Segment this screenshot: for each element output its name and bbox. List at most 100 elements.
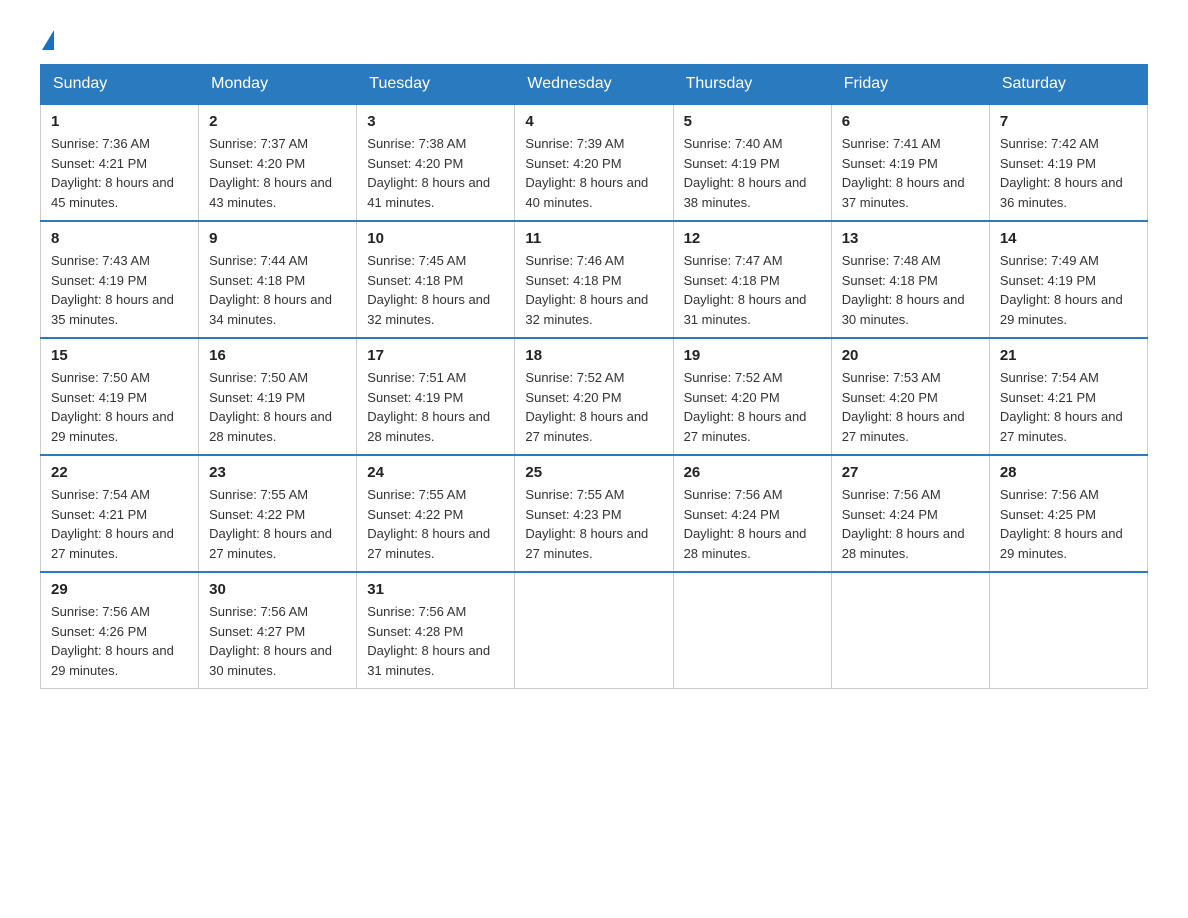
- day-number: 6: [842, 113, 979, 130]
- calendar-cell: 29 Sunrise: 7:56 AMSunset: 4:26 PMDaylig…: [41, 572, 199, 689]
- day-number: 2: [209, 113, 346, 130]
- day-number: 1: [51, 113, 188, 130]
- day-info: Sunrise: 7:36 AMSunset: 4:21 PMDaylight:…: [51, 136, 174, 210]
- calendar-cell: 28 Sunrise: 7:56 AMSunset: 4:25 PMDaylig…: [989, 455, 1147, 572]
- calendar-cell: [831, 572, 989, 689]
- day-info: Sunrise: 7:56 AMSunset: 4:26 PMDaylight:…: [51, 604, 174, 678]
- calendar-week-row: 22 Sunrise: 7:54 AMSunset: 4:21 PMDaylig…: [41, 455, 1148, 572]
- day-number: 13: [842, 230, 979, 247]
- calendar-cell: 25 Sunrise: 7:55 AMSunset: 4:23 PMDaylig…: [515, 455, 673, 572]
- logo: [40, 30, 54, 44]
- day-number: 15: [51, 347, 188, 364]
- day-of-week-header: Saturday: [989, 65, 1147, 105]
- calendar-cell: 27 Sunrise: 7:56 AMSunset: 4:24 PMDaylig…: [831, 455, 989, 572]
- calendar-cell: 1 Sunrise: 7:36 AMSunset: 4:21 PMDayligh…: [41, 104, 199, 221]
- day-number: 26: [684, 464, 821, 481]
- calendar-cell: 9 Sunrise: 7:44 AMSunset: 4:18 PMDayligh…: [199, 221, 357, 338]
- calendar-cell: 26 Sunrise: 7:56 AMSunset: 4:24 PMDaylig…: [673, 455, 831, 572]
- calendar-week-row: 8 Sunrise: 7:43 AMSunset: 4:19 PMDayligh…: [41, 221, 1148, 338]
- day-number: 8: [51, 230, 188, 247]
- calendar-cell: 3 Sunrise: 7:38 AMSunset: 4:20 PMDayligh…: [357, 104, 515, 221]
- day-info: Sunrise: 7:56 AMSunset: 4:24 PMDaylight:…: [842, 487, 965, 561]
- calendar-cell: 6 Sunrise: 7:41 AMSunset: 4:19 PMDayligh…: [831, 104, 989, 221]
- day-number: 12: [684, 230, 821, 247]
- day-number: 21: [1000, 347, 1137, 364]
- day-info: Sunrise: 7:40 AMSunset: 4:19 PMDaylight:…: [684, 136, 807, 210]
- day-info: Sunrise: 7:54 AMSunset: 4:21 PMDaylight:…: [51, 487, 174, 561]
- day-info: Sunrise: 7:52 AMSunset: 4:20 PMDaylight:…: [684, 370, 807, 444]
- day-info: Sunrise: 7:47 AMSunset: 4:18 PMDaylight:…: [684, 253, 807, 327]
- calendar-cell: 24 Sunrise: 7:55 AMSunset: 4:22 PMDaylig…: [357, 455, 515, 572]
- day-info: Sunrise: 7:56 AMSunset: 4:28 PMDaylight:…: [367, 604, 490, 678]
- day-info: Sunrise: 7:55 AMSunset: 4:22 PMDaylight:…: [367, 487, 490, 561]
- day-number: 5: [684, 113, 821, 130]
- day-of-week-header: Friday: [831, 65, 989, 105]
- day-info: Sunrise: 7:50 AMSunset: 4:19 PMDaylight:…: [209, 370, 332, 444]
- calendar-cell: 5 Sunrise: 7:40 AMSunset: 4:19 PMDayligh…: [673, 104, 831, 221]
- day-info: Sunrise: 7:56 AMSunset: 4:27 PMDaylight:…: [209, 604, 332, 678]
- day-number: 9: [209, 230, 346, 247]
- calendar-cell: [673, 572, 831, 689]
- day-number: 20: [842, 347, 979, 364]
- day-number: 11: [525, 230, 662, 247]
- day-number: 24: [367, 464, 504, 481]
- calendar-cell: [989, 572, 1147, 689]
- day-info: Sunrise: 7:44 AMSunset: 4:18 PMDaylight:…: [209, 253, 332, 327]
- calendar-cell: 2 Sunrise: 7:37 AMSunset: 4:20 PMDayligh…: [199, 104, 357, 221]
- calendar-cell: 30 Sunrise: 7:56 AMSunset: 4:27 PMDaylig…: [199, 572, 357, 689]
- calendar-week-row: 1 Sunrise: 7:36 AMSunset: 4:21 PMDayligh…: [41, 104, 1148, 221]
- page-header: [40, 30, 1148, 44]
- day-info: Sunrise: 7:38 AMSunset: 4:20 PMDaylight:…: [367, 136, 490, 210]
- day-info: Sunrise: 7:56 AMSunset: 4:24 PMDaylight:…: [684, 487, 807, 561]
- day-info: Sunrise: 7:43 AMSunset: 4:19 PMDaylight:…: [51, 253, 174, 327]
- day-info: Sunrise: 7:37 AMSunset: 4:20 PMDaylight:…: [209, 136, 332, 210]
- calendar-cell: 10 Sunrise: 7:45 AMSunset: 4:18 PMDaylig…: [357, 221, 515, 338]
- calendar-week-row: 15 Sunrise: 7:50 AMSunset: 4:19 PMDaylig…: [41, 338, 1148, 455]
- calendar-cell: 16 Sunrise: 7:50 AMSunset: 4:19 PMDaylig…: [199, 338, 357, 455]
- calendar-table: SundayMondayTuesdayWednesdayThursdayFrid…: [40, 64, 1148, 689]
- day-of-week-header: Monday: [199, 65, 357, 105]
- calendar-header: SundayMondayTuesdayWednesdayThursdayFrid…: [41, 65, 1148, 105]
- day-info: Sunrise: 7:55 AMSunset: 4:23 PMDaylight:…: [525, 487, 648, 561]
- calendar-cell: 14 Sunrise: 7:49 AMSunset: 4:19 PMDaylig…: [989, 221, 1147, 338]
- logo-triangle-icon: [42, 30, 54, 50]
- day-info: Sunrise: 7:52 AMSunset: 4:20 PMDaylight:…: [525, 370, 648, 444]
- day-number: 14: [1000, 230, 1137, 247]
- day-info: Sunrise: 7:49 AMSunset: 4:19 PMDaylight:…: [1000, 253, 1123, 327]
- day-number: 10: [367, 230, 504, 247]
- day-number: 19: [684, 347, 821, 364]
- day-number: 29: [51, 581, 188, 598]
- day-info: Sunrise: 7:54 AMSunset: 4:21 PMDaylight:…: [1000, 370, 1123, 444]
- day-number: 25: [525, 464, 662, 481]
- calendar-cell: 17 Sunrise: 7:51 AMSunset: 4:19 PMDaylig…: [357, 338, 515, 455]
- calendar-cell: 11 Sunrise: 7:46 AMSunset: 4:18 PMDaylig…: [515, 221, 673, 338]
- day-number: 3: [367, 113, 504, 130]
- day-number: 22: [51, 464, 188, 481]
- day-number: 28: [1000, 464, 1137, 481]
- calendar-cell: 12 Sunrise: 7:47 AMSunset: 4:18 PMDaylig…: [673, 221, 831, 338]
- day-info: Sunrise: 7:42 AMSunset: 4:19 PMDaylight:…: [1000, 136, 1123, 210]
- day-info: Sunrise: 7:55 AMSunset: 4:22 PMDaylight:…: [209, 487, 332, 561]
- day-info: Sunrise: 7:53 AMSunset: 4:20 PMDaylight:…: [842, 370, 965, 444]
- calendar-cell: 23 Sunrise: 7:55 AMSunset: 4:22 PMDaylig…: [199, 455, 357, 572]
- day-number: 16: [209, 347, 346, 364]
- calendar-cell: 4 Sunrise: 7:39 AMSunset: 4:20 PMDayligh…: [515, 104, 673, 221]
- calendar-cell: 18 Sunrise: 7:52 AMSunset: 4:20 PMDaylig…: [515, 338, 673, 455]
- calendar-cell: 20 Sunrise: 7:53 AMSunset: 4:20 PMDaylig…: [831, 338, 989, 455]
- calendar-cell: 19 Sunrise: 7:52 AMSunset: 4:20 PMDaylig…: [673, 338, 831, 455]
- day-number: 7: [1000, 113, 1137, 130]
- day-info: Sunrise: 7:56 AMSunset: 4:25 PMDaylight:…: [1000, 487, 1123, 561]
- day-info: Sunrise: 7:50 AMSunset: 4:19 PMDaylight:…: [51, 370, 174, 444]
- calendar-week-row: 29 Sunrise: 7:56 AMSunset: 4:26 PMDaylig…: [41, 572, 1148, 689]
- calendar-cell: 15 Sunrise: 7:50 AMSunset: 4:19 PMDaylig…: [41, 338, 199, 455]
- day-info: Sunrise: 7:51 AMSunset: 4:19 PMDaylight:…: [367, 370, 490, 444]
- day-info: Sunrise: 7:48 AMSunset: 4:18 PMDaylight:…: [842, 253, 965, 327]
- day-info: Sunrise: 7:46 AMSunset: 4:18 PMDaylight:…: [525, 253, 648, 327]
- day-info: Sunrise: 7:39 AMSunset: 4:20 PMDaylight:…: [525, 136, 648, 210]
- calendar-body: 1 Sunrise: 7:36 AMSunset: 4:21 PMDayligh…: [41, 104, 1148, 689]
- day-of-week-header: Thursday: [673, 65, 831, 105]
- calendar-cell: 22 Sunrise: 7:54 AMSunset: 4:21 PMDaylig…: [41, 455, 199, 572]
- day-info: Sunrise: 7:45 AMSunset: 4:18 PMDaylight:…: [367, 253, 490, 327]
- day-number: 31: [367, 581, 504, 598]
- day-of-week-header: Tuesday: [357, 65, 515, 105]
